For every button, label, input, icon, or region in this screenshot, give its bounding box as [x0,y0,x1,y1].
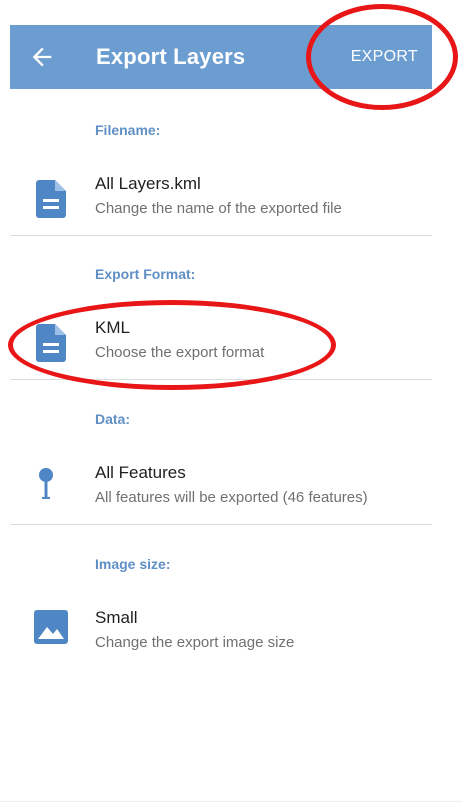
page-title: Export Layers [96,44,246,69]
image-size-value: Small [95,608,138,627]
app-bar: Export Layers EXPORT [10,25,432,89]
document-icon [36,180,66,218]
image-icon [34,610,68,648]
data-value: All Features [95,463,186,482]
map-pin-icon [38,467,68,505]
divider [10,379,432,380]
export-format-value: KML [95,318,130,337]
filename-value: All Layers.kml [95,174,201,193]
divider [10,235,432,236]
document-icon [36,324,66,362]
filename-row[interactable]: All Layers.kml Change the name of the ex… [0,168,432,232]
export-layers-screen: Export Layers EXPORT Filename: All Layer… [0,0,462,806]
section-label-image-size: Image size: [95,556,171,572]
arrow-back-icon[interactable] [28,43,56,71]
section-label-export-format: Export Format: [95,266,196,282]
filename-description: Change the name of the exported file [95,200,342,217]
divider [0,801,462,802]
image-size-row[interactable]: Small Change the export image size [0,602,432,666]
export-format-description: Choose the export format [95,344,265,361]
export-button[interactable]: EXPORT [351,25,418,89]
section-label-data: Data: [95,411,131,427]
export-format-row[interactable]: KML Choose the export format [0,312,432,376]
image-size-description: Change the export image size [95,634,295,651]
divider [10,524,432,525]
section-label-filename: Filename: [95,122,161,138]
data-row[interactable]: All Features All features will be export… [0,457,432,521]
data-description: All features will be exported (46 featur… [95,489,368,506]
